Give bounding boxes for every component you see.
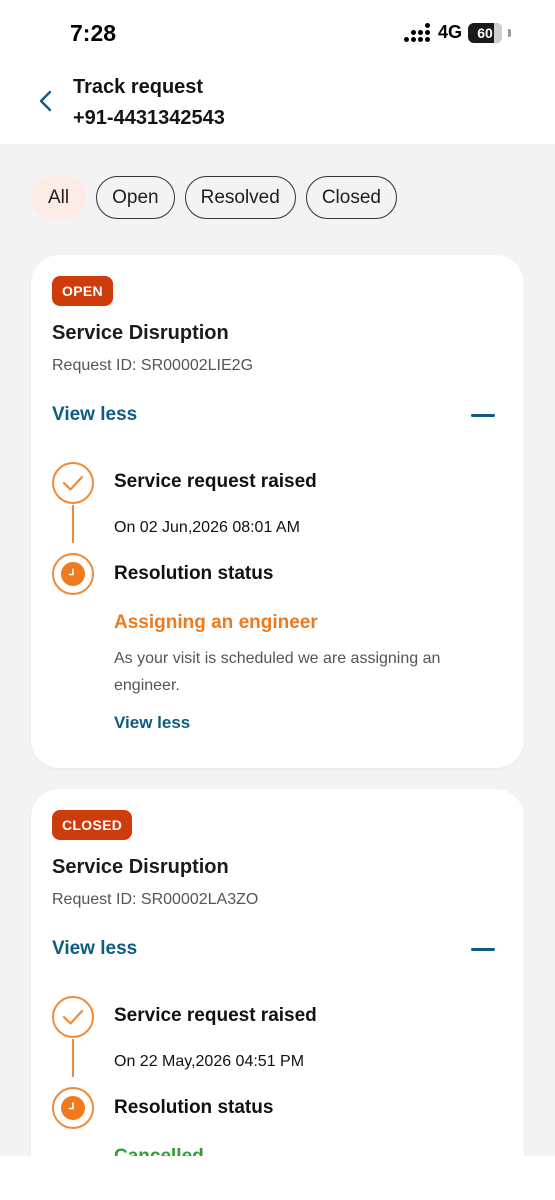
filter-chip-closed[interactable]: Closed: [305, 176, 397, 219]
step-resolution-title: Resolution status: [114, 563, 274, 584]
collapse-minus-icon[interactable]: [471, 948, 495, 951]
battery-icon: 60: [468, 22, 502, 43]
check-circle-icon: [52, 462, 94, 504]
phone-number: +91-4431342543: [73, 107, 225, 129]
signal-icon: [403, 23, 430, 42]
clock-icon: [52, 1087, 94, 1129]
status-badge: OPEN: [52, 276, 113, 306]
request-title: Service Disruption: [52, 322, 229, 344]
filter-chip-all[interactable]: All: [31, 176, 87, 219]
status-badge: CLOSED: [52, 810, 133, 840]
bottom-area: [0, 1156, 555, 1200]
step-raised-date: On 02 Jun,2026 08:01 AM: [114, 519, 300, 536]
filter-chips: All Open Resolved Closed: [31, 176, 397, 219]
clock-time: 7:28: [70, 20, 117, 46]
step-raised-title: Service request raised: [114, 1005, 317, 1026]
filter-chip-open[interactable]: Open: [96, 176, 175, 219]
request-title: Service Disruption: [52, 856, 229, 878]
battery-level: 60: [477, 24, 493, 41]
app-header: Track request +91-4431342543: [0, 64, 555, 144]
view-less-link[interactable]: View less: [52, 404, 137, 426]
network-type: 4G: [437, 22, 462, 42]
collapse-minus-icon[interactable]: [471, 414, 495, 417]
step-raised-title: Service request raised: [114, 471, 317, 492]
resolution-status: Assigning an engineer: [114, 612, 318, 633]
clock-icon: [52, 553, 94, 595]
request-id: Request ID: SR00002LIE2G: [52, 357, 254, 374]
view-less-link[interactable]: View less: [52, 938, 137, 960]
filter-chip-resolved[interactable]: Resolved: [184, 176, 296, 219]
chevron-left-icon[interactable]: [34, 88, 60, 114]
timeline-connector: [72, 505, 74, 543]
request-list-area: All Open Resolved Closed OPEN Service Di…: [0, 144, 555, 1156]
step-resolution-title: Resolution status: [114, 1097, 274, 1118]
page-title: Track request: [73, 76, 204, 98]
resolution-description: As your visit is scheduled we are assign…: [114, 650, 441, 694]
view-less-details-link[interactable]: View less: [114, 713, 190, 733]
request-id: Request ID: SR00002LA3ZO: [52, 891, 259, 908]
timeline-connector: [72, 1039, 74, 1077]
status-bar: 7:28 4G 60: [0, 0, 555, 64]
request-card: CLOSED Service Disruption Request ID: SR…: [31, 789, 524, 1156]
check-circle-icon: [52, 996, 94, 1038]
step-raised-date: On 22 May,2026 04:51 PM: [114, 1053, 305, 1070]
request-card: OPEN Service Disruption Request ID: SR00…: [31, 255, 524, 768]
resolution-status: Cancelled: [114, 1146, 204, 1156]
